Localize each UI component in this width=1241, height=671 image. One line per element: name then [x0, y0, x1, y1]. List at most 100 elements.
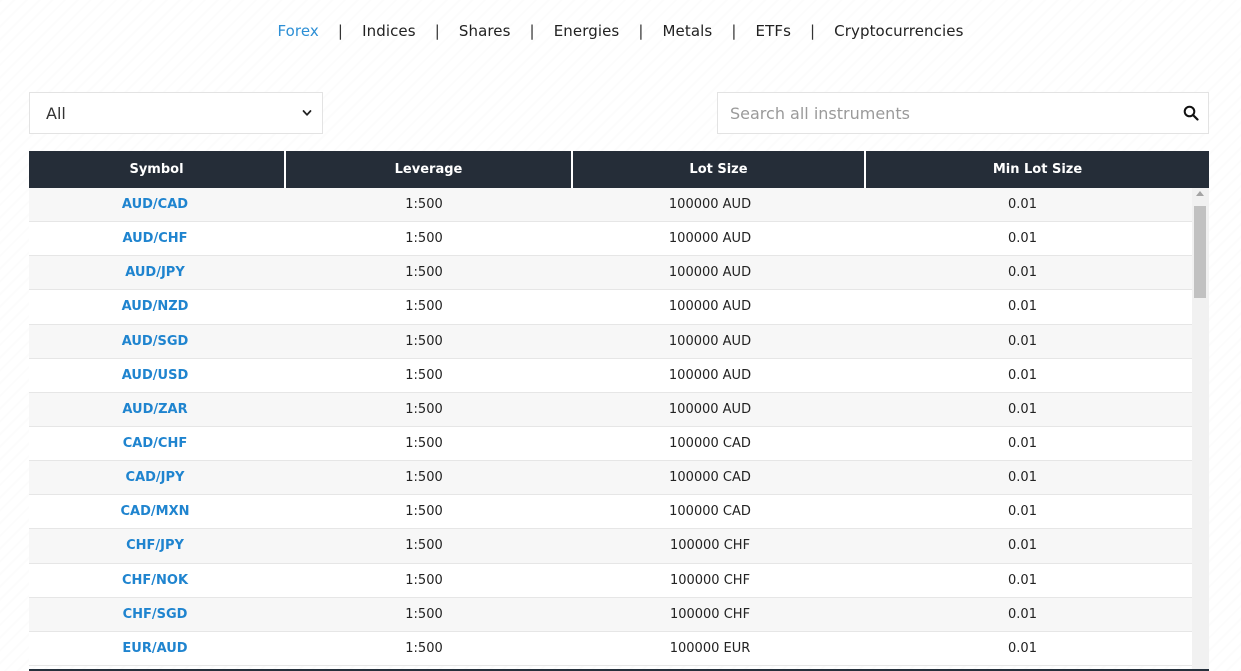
symbol-link[interactable]: AUD/ZAR: [122, 402, 187, 417]
instruments-table: Symbol Leverage Lot Size Min Lot Size AU…: [29, 151, 1209, 671]
search-input[interactable]: [718, 93, 1170, 133]
table-row: CHF/SGD 1:500 100000 CHF 0.01: [29, 597, 1192, 632]
table-row: CAD/JPY 1:500 100000 CAD 0.01: [29, 461, 1192, 496]
symbol-cell: AUD/SGD: [29, 325, 281, 358]
min-lot-size-cell: 0.01: [1008, 401, 1037, 417]
nav-separator: |: [337, 22, 344, 40]
search-icon[interactable]: [1183, 105, 1199, 121]
nav-separator: |: [809, 22, 816, 40]
lot-size-cell: 100000 AUD: [668, 333, 752, 349]
nav-tab-shares[interactable]: Shares: [459, 22, 511, 40]
table-row: CHF/JPY 1:500 100000 CHF 0.01: [29, 529, 1192, 564]
instrument-filter-select[interactable]: All: [29, 92, 323, 134]
min-lot-size-cell: 0.01: [1008, 504, 1037, 520]
table-row: AUD/SGD 1:500 100000 AUD 0.01: [29, 324, 1192, 359]
table-row: EUR/AUD 1:500 100000 EUR 0.01: [29, 631, 1192, 666]
symbol-link[interactable]: AUD/JPY: [125, 265, 185, 280]
symbol-link[interactable]: AUD/CAD: [122, 197, 188, 212]
nav-tab-cryptocurrencies[interactable]: Cryptocurrencies: [834, 22, 963, 40]
nav-tab-forex[interactable]: Forex: [277, 22, 318, 40]
leverage-cell: 1:500: [405, 572, 443, 588]
min-lot-size-cell: 0.01: [1008, 333, 1037, 349]
lot-size-cell: 100000 EUR: [669, 640, 751, 656]
scrollbar-thumb[interactable]: [1194, 206, 1206, 298]
lot-size-cell: 100000 CAD: [669, 504, 751, 520]
nav-separator: |: [731, 22, 737, 40]
min-lot-size-cell: 0.01: [1008, 572, 1037, 588]
leverage-cell: 1:500: [405, 640, 443, 656]
min-lot-size-cell: 0.01: [1008, 197, 1037, 213]
lot-size-cell: 100000 AUD: [668, 197, 752, 213]
symbol-link[interactable]: CAD/JPY: [126, 470, 185, 485]
nav-separator: |: [638, 22, 644, 40]
symbol-cell: AUD/NZD: [29, 290, 281, 323]
symbol-link[interactable]: AUD/CHF: [122, 231, 187, 246]
symbol-link[interactable]: CHF/JPY: [126, 538, 184, 553]
table-row: AUD/CAD 1:500 100000 AUD 0.01: [29, 188, 1192, 223]
min-lot-size-cell: 0.01: [1008, 299, 1037, 315]
lot-size-cell: 100000 AUD: [668, 265, 752, 281]
leverage-cell: 1:500: [405, 538, 443, 554]
symbol-link[interactable]: CHF/SGD: [123, 607, 188, 622]
leverage-cell: 1:500: [405, 470, 443, 486]
symbol-cell: CHF/SGD: [29, 598, 281, 631]
symbol-link[interactable]: EUR/AUD: [122, 641, 187, 656]
min-lot-size-cell: 0.01: [1008, 470, 1037, 486]
symbol-link[interactable]: CHF/NOK: [122, 573, 188, 588]
table-row: CHF/NOK 1:500 100000 CHF 0.01: [29, 563, 1192, 598]
leverage-cell: 1:500: [405, 197, 443, 213]
symbol-cell: EUR/AUD: [29, 632, 281, 665]
lot-size-cell: 100000 AUD: [668, 231, 752, 247]
symbol-cell: AUD/ZAR: [29, 393, 281, 426]
symbol-link[interactable]: AUD/USD: [122, 368, 188, 383]
table-row: CAD/MXN 1:500 100000 CAD 0.01: [29, 495, 1192, 530]
leverage-cell: 1:500: [405, 299, 443, 315]
table-row: AUD/JPY 1:500 100000 AUD 0.01: [29, 256, 1192, 291]
min-lot-size-cell: 0.01: [1008, 367, 1037, 383]
leverage-cell: 1:500: [405, 367, 443, 383]
min-lot-size-cell: 0.01: [1008, 640, 1037, 656]
leverage-cell: 1:500: [405, 231, 443, 247]
scroll-up-arrow-icon[interactable]: [1196, 191, 1204, 196]
column-header-min-lot-size: Min Lot Size: [992, 162, 1083, 177]
table-row: AUD/ZAR 1:500 100000 AUD 0.01: [29, 392, 1192, 427]
lot-size-cell: 100000 CAD: [669, 470, 751, 486]
min-lot-size-cell: 0.01: [1008, 436, 1037, 452]
symbol-link[interactable]: AUD/SGD: [122, 334, 189, 349]
table-body: AUD/CAD 1:500 100000 AUD 0.01 AUD/CHF 1:500 10…: [29, 188, 1209, 669]
table-row: AUD/USD 1:500 100000 AUD 0.01: [29, 358, 1192, 393]
nav-tab-metals[interactable]: Metals: [663, 22, 713, 40]
lot-size-cell: 100000 CHF: [669, 606, 751, 622]
symbol-link[interactable]: AUD/NZD: [122, 299, 189, 314]
symbol-cell: AUD/JPY: [29, 256, 281, 289]
symbol-cell: CAD/JPY: [29, 461, 281, 494]
leverage-cell: 1:500: [405, 333, 443, 349]
table-rows: AUD/CAD 1:500 100000 AUD 0.01 AUD/CHF 1:500 10…: [29, 188, 1192, 666]
table-row: AUD/NZD 1:500 100000 AUD 0.01: [29, 290, 1192, 325]
min-lot-size-cell: 0.01: [1008, 538, 1037, 554]
symbol-cell: CAD/MXN: [29, 495, 281, 528]
lot-size-cell: 100000 AUD: [668, 299, 752, 315]
table-scrollbar[interactable]: [1192, 188, 1209, 669]
column-header-leverage: Leverage: [286, 151, 573, 188]
leverage-cell: 1:500: [405, 265, 443, 281]
nav-tab-indices[interactable]: Indices: [362, 22, 416, 40]
symbol-cell: AUD/CHF: [29, 222, 281, 255]
nav-separator: |: [529, 22, 535, 40]
nav-separator: |: [434, 22, 440, 40]
nav-tab-energies[interactable]: Energies: [554, 22, 620, 40]
symbol-cell: AUD/CAD: [29, 188, 281, 221]
symbol-link[interactable]: CAD/MXN: [121, 504, 190, 519]
symbol-cell: CAD/CHF: [29, 427, 281, 460]
column-header-lot-size: Lot Size: [573, 151, 866, 188]
table-row: CAD/CHF 1:500 100000 CAD 0.01: [29, 426, 1192, 462]
min-lot-size-cell: 0.01: [1008, 231, 1037, 247]
leverage-cell: 1:500: [405, 436, 443, 452]
nav-tab-etfs[interactable]: ETFs: [756, 22, 791, 40]
symbol-link[interactable]: CAD/CHF: [123, 436, 187, 451]
symbol-cell: CHF/JPY: [29, 529, 281, 562]
lot-size-cell: 100000 AUD: [668, 367, 752, 383]
leverage-cell: 1:500: [405, 401, 443, 417]
lot-size-cell: 100000 AUD: [668, 401, 752, 417]
leverage-cell: 1:500: [405, 606, 443, 622]
